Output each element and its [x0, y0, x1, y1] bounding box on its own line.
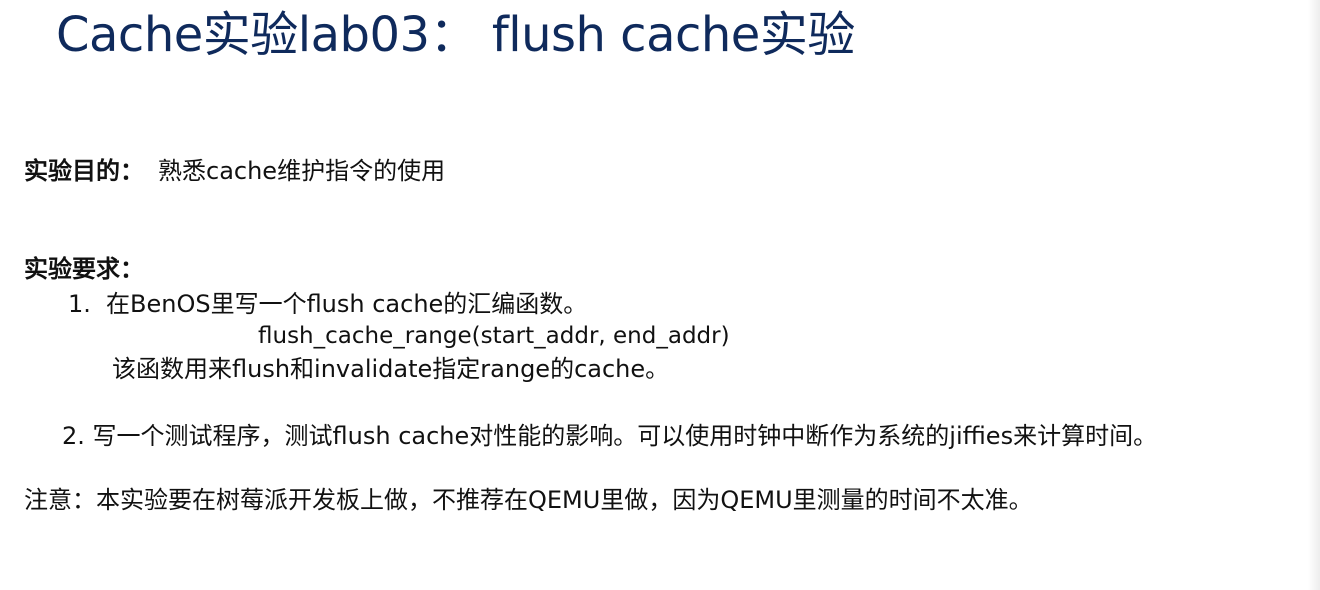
requirement-item-1-description: 该函数用来flush和invalidate指定range的cache。 — [112, 355, 670, 383]
requirements-heading: 实验要求： — [24, 255, 144, 283]
purpose-text: 熟悉cache维护指令的使用 — [158, 157, 446, 185]
requirement-item-1: 1. 在BenOS里写一个flush cache的汇编函数。 — [68, 288, 587, 320]
slide: Cache实验lab03： flush cache实验 实验目的： 熟悉cache… — [0, 0, 1320, 590]
note-text: 注意：本实验要在树莓派开发板上做，不推荐在QEMU里做，因为QEMU里测量的时间… — [24, 486, 1033, 514]
requirement-item-1-number: 1. — [68, 290, 91, 318]
requirement-item-1-code: flush_cache_range(start_addr, end_addr) — [258, 323, 730, 349]
requirement-item-1-text: 在BenOS里写一个flush cache的汇编函数。 — [106, 290, 588, 318]
purpose-line: 实验目的： 熟悉cache维护指令的使用 — [24, 155, 445, 187]
slide-edge-shadow — [1308, 0, 1320, 590]
purpose-label: 实验目的： — [24, 157, 144, 185]
requirement-item-2: 2. 写一个测试程序，测试flush cache对性能的影响。可以使用时钟中断作… — [62, 422, 1158, 450]
slide-title: Cache实验lab03： flush cache实验 — [56, 7, 855, 63]
